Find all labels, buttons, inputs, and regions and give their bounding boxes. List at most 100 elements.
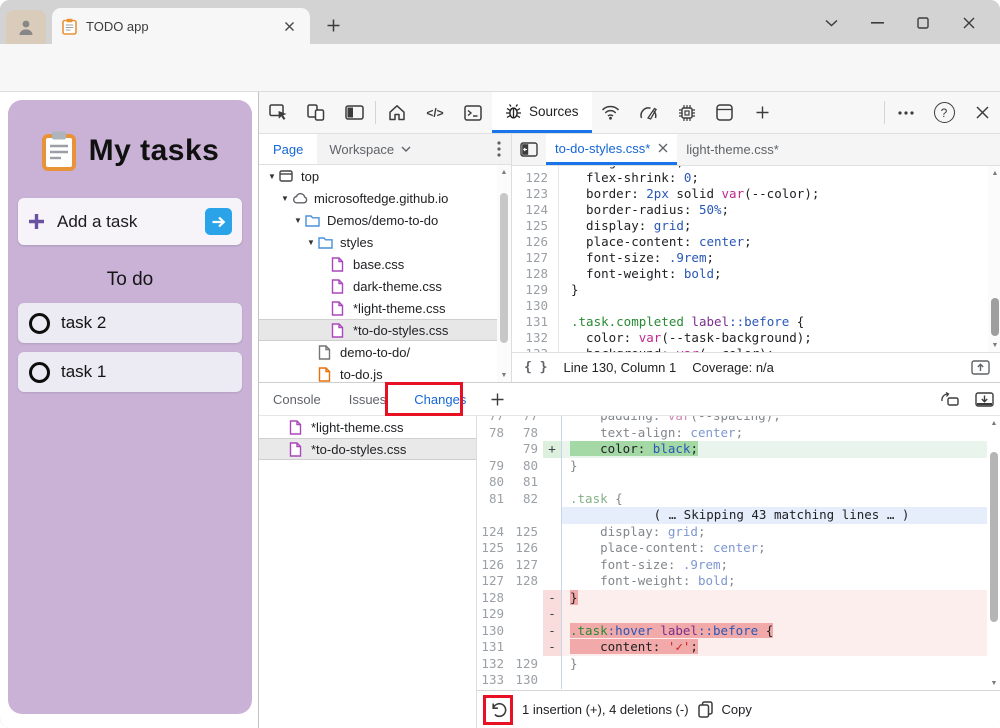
revert-icon[interactable] (490, 702, 507, 718)
maximize-icon[interactable] (900, 8, 946, 38)
window-controls (808, 8, 992, 38)
welcome-home-icon[interactable] (378, 92, 416, 133)
minimize-icon[interactable] (854, 8, 900, 38)
tree-item-demo-to-do-[interactable]: demo-to-do/ (259, 341, 497, 363)
customize-devtools-dots-icon[interactable] (887, 92, 925, 133)
line-number[interactable]: 129 (512, 282, 558, 298)
network-wifi-icon[interactable] (592, 92, 630, 133)
console-tool-icon[interactable] (454, 92, 492, 133)
device-emulation-icon[interactable] (297, 92, 335, 133)
diff-row-del: 128-} (477, 590, 1000, 607)
line-number[interactable]: 125 (512, 218, 558, 234)
task-checkbox[interactable] (29, 313, 50, 334)
inspect-element-icon[interactable] (259, 92, 297, 133)
help-icon[interactable]: ? (925, 92, 963, 133)
line-number[interactable]: 124 (512, 202, 558, 218)
plus-icon (28, 213, 45, 230)
tree-item--light-theme-css[interactable]: *light-theme.css (259, 297, 497, 319)
navigator-menu-dots-icon[interactable] (487, 134, 511, 164)
tree-item-top[interactable]: ▼top (259, 165, 497, 187)
performance-gauge-icon[interactable] (630, 92, 668, 133)
tab-issues[interactable]: Issues (335, 392, 401, 407)
code-line: 126 place-content: center; (512, 234, 1000, 250)
tree-item-label: dark-theme.css (353, 279, 442, 294)
expand-quickview-icon[interactable] (967, 392, 1000, 407)
clipboard-favicon (62, 18, 77, 35)
tree-item-label: styles (340, 235, 373, 250)
close-window-icon[interactable] (946, 8, 992, 38)
code-line: 127 font-size: .9rem; (512, 250, 1000, 266)
tree-item-to-do-js[interactable]: to-do.js (259, 363, 497, 382)
diff-row-skip: ( … Skipping 43 matching lines … ) (477, 507, 1000, 524)
task-item[interactable]: task 1 (18, 352, 242, 392)
close-devtools-icon[interactable] (963, 92, 1000, 133)
diff-scrollbar[interactable]: ▲ ▼ (987, 416, 1000, 690)
task-checkbox[interactable] (29, 362, 50, 383)
editor-scrollbar[interactable]: ▲ ▼ (988, 166, 1000, 352)
changed-file--light-theme-css[interactable]: *light-theme.css (259, 416, 476, 438)
line-number[interactable]: 130 (512, 298, 558, 314)
dock-side-icon[interactable] (335, 92, 373, 133)
task-item[interactable]: task 2 (18, 303, 242, 343)
copy-button[interactable]: Copy (722, 702, 752, 717)
changes-diff-view: 7777 padding: var(--spacing);7878 text-a… (477, 416, 1000, 728)
memory-chip-icon[interactable] (668, 92, 706, 133)
tab-console[interactable]: Console (259, 392, 335, 407)
close-editor-tab-icon[interactable] (658, 143, 668, 153)
file-css-icon (331, 257, 348, 272)
editor-tab-to-do-styles[interactable]: to-do-styles.css* (546, 134, 677, 165)
tab-changes[interactable]: Changes (400, 392, 480, 407)
application-tool-icon[interactable] (706, 92, 744, 133)
undock-quickview-icon[interactable] (933, 391, 967, 407)
file-js-icon (318, 367, 335, 382)
profile-button[interactable] (6, 10, 46, 44)
line-number[interactable]: 127 (512, 250, 558, 266)
tree-expander-icon[interactable]: ▼ (265, 172, 279, 181)
tree-item-microsoftedge-github-io[interactable]: ▼microsoftedge.github.io (259, 187, 497, 209)
browser-tab[interactable]: TODO app (52, 8, 310, 44)
tree-item-styles[interactable]: ▼ styles (259, 231, 497, 253)
submit-task-button[interactable] (205, 208, 232, 235)
panel-position-icon[interactable] (971, 360, 990, 375)
line-number[interactable]: 128 (512, 266, 558, 282)
pretty-print-icon[interactable]: { } (524, 360, 547, 375)
line-number[interactable]: 132 (512, 330, 558, 346)
tree-expander-icon[interactable]: ▼ (304, 238, 318, 247)
browser-menu-chevron-icon[interactable] (808, 8, 854, 38)
navigator-scrollbar[interactable]: ▲ ▼ (497, 165, 511, 382)
line-number[interactable]: 131 (512, 314, 558, 330)
changed-file--to-do-styles-css[interactable]: *to-do-styles.css (259, 438, 476, 460)
new-tab-button[interactable] (320, 12, 347, 39)
diff-rows: 7777 padding: var(--spacing);7878 text-a… (477, 416, 1000, 690)
line-number[interactable]: 122 (512, 170, 558, 186)
tab-page[interactable]: Page (259, 134, 317, 164)
tree-expander-icon[interactable]: ▼ (291, 216, 305, 225)
tab-sources[interactable]: Sources (492, 92, 592, 133)
tab-workspace[interactable]: Workspace (317, 134, 423, 164)
line-number[interactable]: 123 (512, 186, 558, 202)
file-css-icon (289, 420, 306, 435)
tree-item-demos-demo-to-do[interactable]: ▼Demos/demo-to-do (259, 209, 497, 231)
more-tools-plus-icon[interactable] (744, 92, 782, 133)
tree-item-label: base.css (353, 257, 404, 272)
browser-toolbar: microsoftedge.github.io/Demos/demo-to-do… (0, 44, 1000, 92)
add-task-field[interactable]: Add a task (18, 198, 242, 245)
hide-navigator-icon[interactable] (512, 134, 546, 165)
tree-item-dark-theme-css[interactable]: dark-theme.css (259, 275, 497, 297)
tree-item-label: *to-do-styles.css (353, 323, 448, 338)
tab-close-icon[interactable] (278, 15, 300, 37)
tree-item-base-css[interactable]: base.css (259, 253, 497, 275)
copy-icon[interactable] (698, 701, 713, 718)
person-icon (16, 17, 36, 37)
tree-expander-icon[interactable]: ▼ (278, 194, 292, 203)
file-tree: ▼top▼microsoftedge.github.io▼Demos/demo-… (259, 165, 497, 382)
tree-item--to-do-styles-css[interactable]: *to-do-styles.css (259, 319, 497, 341)
add-task-label: Add a task (57, 212, 205, 232)
elements-tool-icon[interactable]: </> (416, 92, 454, 133)
editor-tab-light-theme[interactable]: light-theme.css* (677, 134, 787, 165)
line-number[interactable]: 126 (512, 234, 558, 250)
code-line: 130 (512, 298, 1000, 314)
more-drawer-tools-plus-icon[interactable] (480, 393, 514, 406)
code-editor[interactable]: 121 height: 2rem;122 flex-shrink: 0;123 … (512, 166, 1000, 352)
diff-row-ctx: 126127 font-size: .9rem; (477, 557, 1000, 574)
